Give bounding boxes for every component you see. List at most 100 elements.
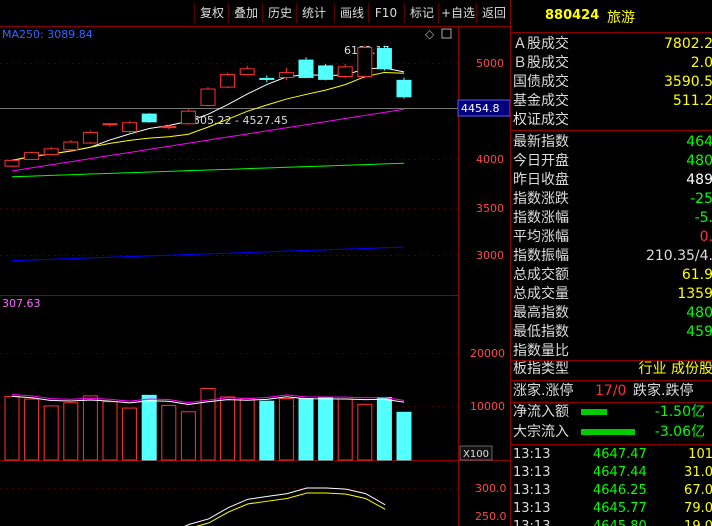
net-inflow-row: 净流入额 -1.50亿 — [511, 403, 712, 422]
volume-bar — [63, 402, 79, 461]
quote-row-value: -5. — [694, 210, 712, 226]
mark-button[interactable]: 标记 — [404, 3, 439, 23]
volume-bar — [141, 394, 157, 461]
quote-row-value: 480 — [686, 153, 712, 169]
indicator-line-a — [184, 487, 386, 526]
volume-bar — [161, 404, 177, 461]
index-name: 旅游 — [607, 10, 635, 26]
candlesticks — [4, 45, 412, 168]
volume-bar — [24, 398, 40, 461]
ind-tick-250: 250.0 — [475, 510, 507, 523]
quote-row: 指数涨跌 -25 — [511, 190, 712, 209]
quote-row-label: 权证成交 — [513, 112, 569, 128]
divider — [511, 380, 712, 381]
quote-row-label: 总成交量 — [513, 286, 569, 302]
limit-row: 涨家.涨停 17/0 跌家.跌停 — [511, 382, 712, 401]
quote-row-label: 国债成交 — [513, 74, 569, 90]
quote-row-label: 最新指数 — [513, 134, 569, 150]
quote-row-label: 指数涨跌 — [513, 191, 569, 207]
tick-price: 4645.80 — [593, 518, 647, 526]
statistics-button[interactable]: 统计 — [296, 3, 331, 23]
draw-line-button[interactable]: 画线 — [334, 3, 369, 23]
tick-volume: 31.0 — [684, 465, 712, 480]
panel-toggle-icon[interactable] — [441, 28, 452, 39]
quote-panel: 880424 旅游 Ａ股成交 7802.2 Ｂ股成交 2.0 国债成交 3590.5 基金成… — [510, 0, 712, 526]
candle-body — [259, 77, 275, 80]
ind-tick-300: 300.0 — [475, 482, 507, 495]
tick-price: 4647.47 — [593, 447, 647, 462]
net-inflow-label: 净流入额 — [513, 404, 569, 420]
limit-down-label: 跌家.跌停 — [633, 383, 694, 399]
quote-row: 国债成交 3590.5 — [511, 73, 712, 92]
limit-count: 17/0 — [595, 383, 627, 399]
y-tick-5000: 5000 — [476, 57, 504, 70]
quote-row: 最新指数 464 — [511, 133, 712, 152]
quote-row-value: 0. — [699, 229, 712, 245]
tick-time: 13:13 — [513, 518, 550, 526]
quote-row-label: 指数量比 — [513, 343, 569, 359]
back-button[interactable]: 返回 — [476, 3, 511, 23]
quote-row-value: 1359 — [677, 286, 712, 302]
tick-row: 13:13 4647.44 31.0 — [511, 464, 712, 482]
tick-time: 13:13 — [513, 465, 551, 480]
quote-row-label: Ａ股成交 — [513, 36, 569, 52]
quote-row-label: 今日开盘 — [513, 153, 569, 169]
indicator-line-b — [195, 492, 386, 526]
divider — [511, 32, 712, 33]
quote-row-value: 480 — [686, 305, 712, 321]
candle-body — [357, 47, 373, 77]
overlay-button[interactable]: 叠加 — [228, 3, 263, 23]
quote-row: 最高指数 480 — [511, 304, 712, 323]
quote-row-value: 3590.5 — [664, 74, 712, 90]
ma60-line — [11, 162, 405, 178]
candle-body — [122, 122, 138, 132]
quote-row: 今日开盘 480 — [511, 152, 712, 171]
candle-body — [220, 74, 236, 88]
tick-row: 13:13 4646.25 67.0 — [511, 482, 712, 500]
divider — [511, 130, 712, 131]
quote-row: 最低指数 459 — [511, 323, 712, 342]
tick-time: 13:13 — [513, 501, 551, 516]
volume-label: 307.63 — [2, 297, 41, 310]
diamond-icon[interactable]: ◇ — [425, 27, 435, 41]
history-button[interactable]: 历史 — [262, 3, 297, 23]
quote-row-value: 2.0 — [690, 55, 712, 71]
quote-row-value: 464 — [686, 134, 712, 150]
net-inflow-value: -1.50亿 — [654, 404, 705, 420]
sector-type-value[interactable]: 行业 成份股 — [639, 360, 712, 379]
candle-body — [82, 131, 98, 144]
f10-button[interactable]: F10 — [368, 3, 403, 23]
add-favorite-button[interactable]: +自选 — [438, 3, 477, 23]
quote-row-value: 511.2 — [672, 93, 712, 109]
vol-tick-20000: 20000 — [470, 347, 505, 360]
quote-row: 总成交量 1359 — [511, 285, 712, 304]
sector-type-row: 板指类型 行业 成份股 — [511, 360, 712, 379]
restore-rights-button[interactable]: 复权 — [194, 3, 229, 23]
kline-chart-area[interactable]: MA250: 3089.84 307.63 ◇ 5000 4000 3500 3… — [0, 26, 511, 526]
quote-row: 权证成交 — [511, 111, 712, 130]
volume-bar — [4, 395, 20, 461]
quote-row-label: 平均涨幅 — [513, 229, 569, 245]
sector-type-label: 板指类型 — [513, 361, 569, 377]
net-inflow-bar — [581, 409, 607, 415]
price-tag: 4454.8 — [461, 102, 500, 115]
quote-row: 基金成交 511.2 — [511, 92, 712, 111]
vol-tick-10000: 10000 — [470, 400, 505, 413]
quote-row-value: 61.9 — [681, 267, 712, 283]
candle-body — [376, 48, 392, 70]
index-code: 880424 — [545, 8, 600, 23]
quote-row-value: 210.35/4. — [645, 248, 712, 264]
quote-row-label: 总成交额 — [513, 267, 569, 283]
candle-body — [239, 68, 255, 76]
candle-body — [63, 141, 79, 151]
quote-row: 指数振幅 210.35/4. — [511, 247, 712, 266]
volume-bar — [396, 411, 412, 461]
panel-header: 880424 旅游 — [511, 0, 712, 32]
kline-chart-svg[interactable]: MA250: 3089.84 307.63 ◇ 5000 4000 3500 3… — [0, 26, 511, 526]
ma250-line — [11, 246, 405, 262]
tick-row: 13:13 4645.80 19.0 — [511, 518, 712, 526]
y-tick-3000: 3000 — [476, 249, 504, 262]
block-inflow-row: 大宗流入 -3.06亿 — [511, 423, 712, 442]
tick-volume: 67.0 — [684, 483, 712, 498]
volume-bar — [259, 400, 275, 461]
